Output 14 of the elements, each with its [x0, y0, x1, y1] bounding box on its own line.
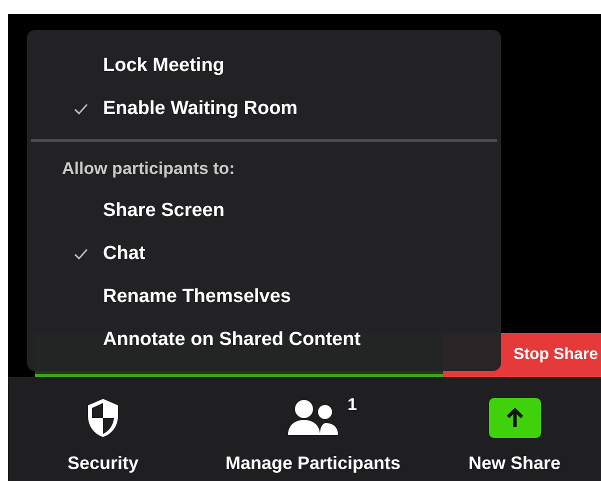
share-screen-icon	[488, 398, 540, 438]
security-button[interactable]: Security	[8, 397, 198, 481]
menu-item[interactable]: Rename Themselves	[103, 286, 291, 308]
menu-item[interactable]: Lock Meeting	[103, 54, 224, 76]
participants-button[interactable]: 1 Manage Participants	[198, 397, 428, 481]
menu-item[interactable]: Enable Waiting Room	[103, 98, 298, 120]
people-icon	[287, 399, 339, 437]
shield-icon	[86, 398, 120, 438]
menu-section-header: Allow participants to:	[62, 159, 235, 179]
share-button[interactable]: New Share	[428, 397, 601, 481]
menu-item[interactable]: Chat	[103, 242, 146, 264]
menu-item[interactable]: Share Screen	[103, 200, 224, 222]
menu-item[interactable]: Annotate on Shared Content	[103, 328, 361, 350]
participant-count: 1	[348, 395, 357, 415]
